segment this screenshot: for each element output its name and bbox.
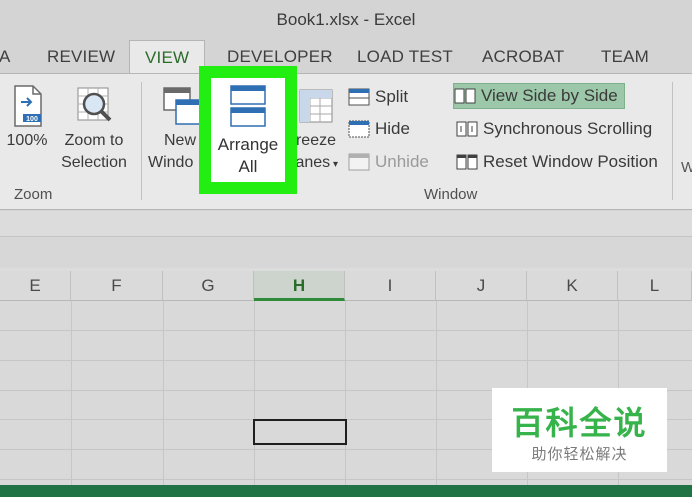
tab-load-test[interactable]: LOAD TEST bbox=[357, 47, 453, 67]
active-cell[interactable] bbox=[253, 419, 347, 445]
unhide-label: Unhide bbox=[375, 152, 429, 171]
zoom-100-icon: 100 bbox=[14, 85, 42, 127]
tab-team[interactable]: TEAM bbox=[601, 47, 649, 67]
column-header-i[interactable]: I bbox=[345, 271, 436, 301]
watermark-subtitle: 助你轻松解决 bbox=[531, 446, 628, 463]
status-bar bbox=[0, 485, 692, 497]
new-window-button[interactable]: New Windo bbox=[146, 82, 204, 174]
group-divider bbox=[141, 82, 142, 200]
arrange-all-highlight: Arrange All bbox=[199, 66, 297, 194]
freeze-panes-icon bbox=[299, 89, 333, 123]
zoom-to-selection-label-2: Selection bbox=[61, 154, 127, 171]
split-icon bbox=[348, 88, 370, 106]
window-group-label: Window bbox=[424, 186, 478, 203]
title-bar: Book1.xlsx - Excel bbox=[0, 0, 692, 40]
column-header-f[interactable]: F bbox=[71, 271, 163, 301]
new-window-label-2: Windo bbox=[148, 154, 194, 171]
zoom-group-label: Zoom bbox=[14, 186, 53, 203]
split-label: Split bbox=[375, 87, 409, 106]
formula-bar-area bbox=[0, 211, 692, 271]
view-side-by-side-button[interactable]: View Side by Side bbox=[453, 83, 625, 109]
column-header-e[interactable]: E bbox=[0, 271, 71, 301]
synchronous-scrolling-button[interactable]: Synchronous Scrolling bbox=[456, 116, 652, 142]
dropdown-arrow-icon: ▾ bbox=[330, 159, 338, 170]
column-header-l[interactable]: L bbox=[618, 271, 692, 301]
column-header-j[interactable]: J bbox=[436, 271, 527, 301]
split-button[interactable]: Split bbox=[348, 84, 408, 110]
tab-view[interactable]: VIEW bbox=[129, 40, 206, 76]
zoom-100-button[interactable]: 100 100% bbox=[5, 82, 49, 152]
tab-developer[interactable]: DEVELOPER bbox=[227, 47, 333, 67]
freeze-panes-label-2: anes bbox=[295, 154, 331, 171]
svg-text:100: 100 bbox=[26, 116, 38, 123]
reset-window-position-button[interactable]: Reset Window Position bbox=[456, 149, 658, 175]
side-by-side-icon bbox=[454, 88, 476, 104]
formula-bar[interactable] bbox=[0, 236, 692, 268]
tab-acrobat[interactable]: ACROBAT bbox=[482, 47, 564, 67]
hide-icon bbox=[348, 120, 370, 138]
gridline bbox=[163, 301, 164, 485]
arrange-all-label-1: Arrange bbox=[217, 135, 279, 154]
hide-label: Hide bbox=[375, 119, 410, 138]
new-window-label-1: New bbox=[164, 132, 197, 149]
tab-review[interactable]: REVIEW bbox=[47, 47, 115, 67]
zoom-100-label: 100% bbox=[6, 132, 48, 149]
magnifier-grid-icon bbox=[77, 87, 112, 122]
zoom-to-selection-button[interactable]: Zoom to Selection bbox=[58, 82, 130, 174]
gridline bbox=[71, 301, 72, 485]
column-header-g[interactable]: G bbox=[163, 271, 254, 301]
column-header-h[interactable]: H bbox=[254, 271, 345, 301]
unhide-button[interactable]: Unhide bbox=[348, 149, 429, 175]
reset-position-icon bbox=[456, 154, 478, 170]
window-title: Book1.xlsx - Excel bbox=[276, 10, 416, 29]
sync-scroll-icon bbox=[456, 121, 478, 137]
zoom-to-selection-label-1: Zoom to bbox=[64, 132, 124, 149]
ribbon-tabs: A REVIEW VIEW DEVELOPER LOAD TEST ACROBA… bbox=[0, 40, 692, 76]
new-window-icon bbox=[163, 87, 203, 125]
gridline bbox=[0, 479, 692, 480]
ribbon: 100 100% Zoom to Selection Zoom New Wind… bbox=[0, 73, 692, 210]
hide-button[interactable]: Hide bbox=[348, 116, 410, 142]
column-header-k[interactable]: K bbox=[527, 271, 618, 301]
next-group-partial-label: W bbox=[681, 158, 692, 176]
watermark-title: 百科全说 bbox=[511, 405, 648, 441]
gridline bbox=[0, 330, 692, 331]
gridline bbox=[436, 301, 437, 485]
arrange-all-icon bbox=[230, 85, 266, 127]
gridline bbox=[254, 301, 255, 485]
reset-window-position-label: Reset Window Position bbox=[483, 152, 658, 171]
arrange-all-button[interactable]: Arrange All bbox=[211, 78, 285, 182]
synchronous-scrolling-label: Synchronous Scrolling bbox=[483, 119, 653, 138]
arrange-all-label-2: All bbox=[238, 157, 258, 176]
gridline bbox=[0, 360, 692, 361]
unhide-icon bbox=[348, 153, 370, 171]
group-divider bbox=[672, 82, 673, 200]
view-side-by-side-label: View Side by Side bbox=[481, 86, 618, 105]
watermark: 百科全说 助你轻松解决 bbox=[492, 388, 667, 472]
tab-partial[interactable]: A bbox=[0, 47, 11, 67]
gridline bbox=[345, 301, 346, 485]
